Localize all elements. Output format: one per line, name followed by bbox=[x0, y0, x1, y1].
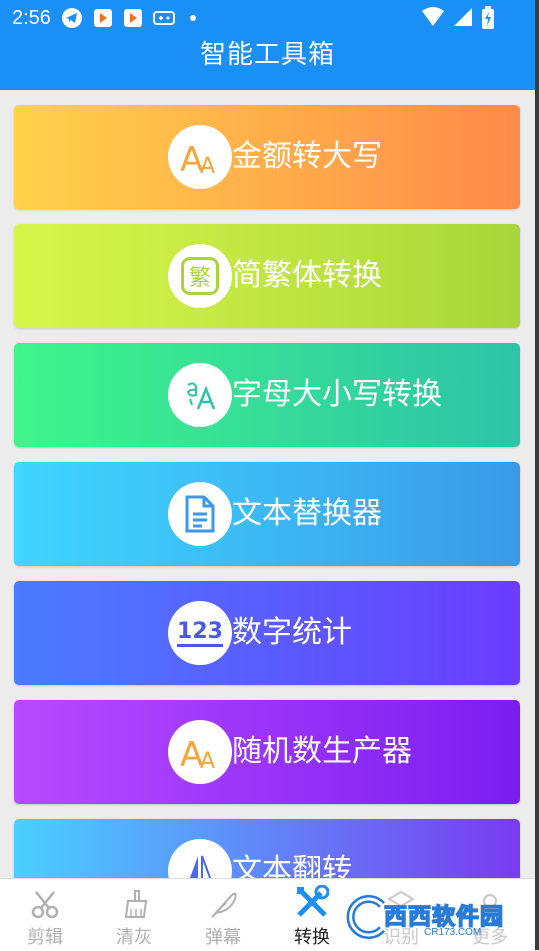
telegram-icon bbox=[61, 7, 83, 29]
tool-label: 随机数生产器 bbox=[232, 734, 412, 769]
play-app-icon bbox=[123, 8, 143, 28]
svg-text:A: A bbox=[200, 154, 215, 177]
scissors-icon bbox=[5, 879, 85, 919]
document-icon bbox=[168, 482, 232, 546]
watermark-text: 西西软件园 bbox=[383, 903, 504, 931]
traditional-glyph: 繁 bbox=[181, 257, 219, 295]
tool-label: 简繁体转换 bbox=[232, 258, 382, 293]
watermark-logo: 西西软件园 CR173.COM bbox=[338, 893, 518, 941]
play-app-icon bbox=[93, 8, 113, 28]
tab-label: 弹幕 bbox=[205, 927, 241, 948]
tab-label: 剪辑 bbox=[27, 927, 63, 948]
tool-card-letter-case[interactable]: 字母大小写转换 bbox=[14, 343, 520, 447]
status-time: 2:56 bbox=[12, 6, 51, 29]
tool-card-number-count[interactable]: 123 数字统计 bbox=[14, 581, 520, 685]
traditional-char-icon: 繁 bbox=[168, 244, 232, 308]
feather-icon bbox=[183, 879, 263, 919]
numbers-glyph: 123 bbox=[177, 619, 223, 647]
text-size-icon: AA bbox=[168, 125, 232, 189]
status-bar: 2:56 bbox=[0, 0, 535, 36]
tab-label: 清灰 bbox=[116, 927, 152, 948]
tool-label: 文本替换器 bbox=[232, 496, 382, 531]
page-title: 智能工具箱 bbox=[199, 40, 335, 70]
letter-case-icon bbox=[168, 363, 232, 427]
tool-label: 数字统计 bbox=[232, 615, 352, 650]
battery-icon bbox=[481, 6, 495, 35]
tool-label: 金额转大写 bbox=[232, 139, 382, 174]
svg-text:A: A bbox=[200, 749, 215, 772]
tool-card-text-replacer[interactable]: 文本替换器 bbox=[14, 462, 520, 566]
dot-icon bbox=[189, 14, 197, 22]
app-bar: 2:56 智能工具箱 bbox=[0, 0, 535, 90]
gamepad-icon bbox=[152, 9, 175, 27]
wifi-icon bbox=[421, 6, 445, 35]
tab-clean[interactable]: 清灰 bbox=[94, 879, 174, 951]
tool-card-random-number[interactable]: AA 随机数生产器 bbox=[14, 700, 520, 804]
tool-card-amount-to-uppercase[interactable]: AA 金额转大写 bbox=[14, 105, 520, 209]
tab-danmaku[interactable]: 弹幕 bbox=[183, 879, 263, 951]
watermark-subtext: CR173.COM bbox=[424, 926, 482, 938]
text-size-icon: AA bbox=[168, 720, 232, 784]
signal-icon bbox=[453, 6, 473, 35]
numbers-123-icon: 123 bbox=[168, 601, 232, 665]
tool-card-simplified-traditional[interactable]: 繁 简繁体转换 bbox=[14, 224, 520, 328]
tool-label: 字母大小写转换 bbox=[232, 377, 442, 412]
window-edge bbox=[535, 0, 539, 950]
brush-icon bbox=[94, 879, 174, 919]
tab-edit[interactable]: 剪辑 bbox=[5, 879, 85, 951]
